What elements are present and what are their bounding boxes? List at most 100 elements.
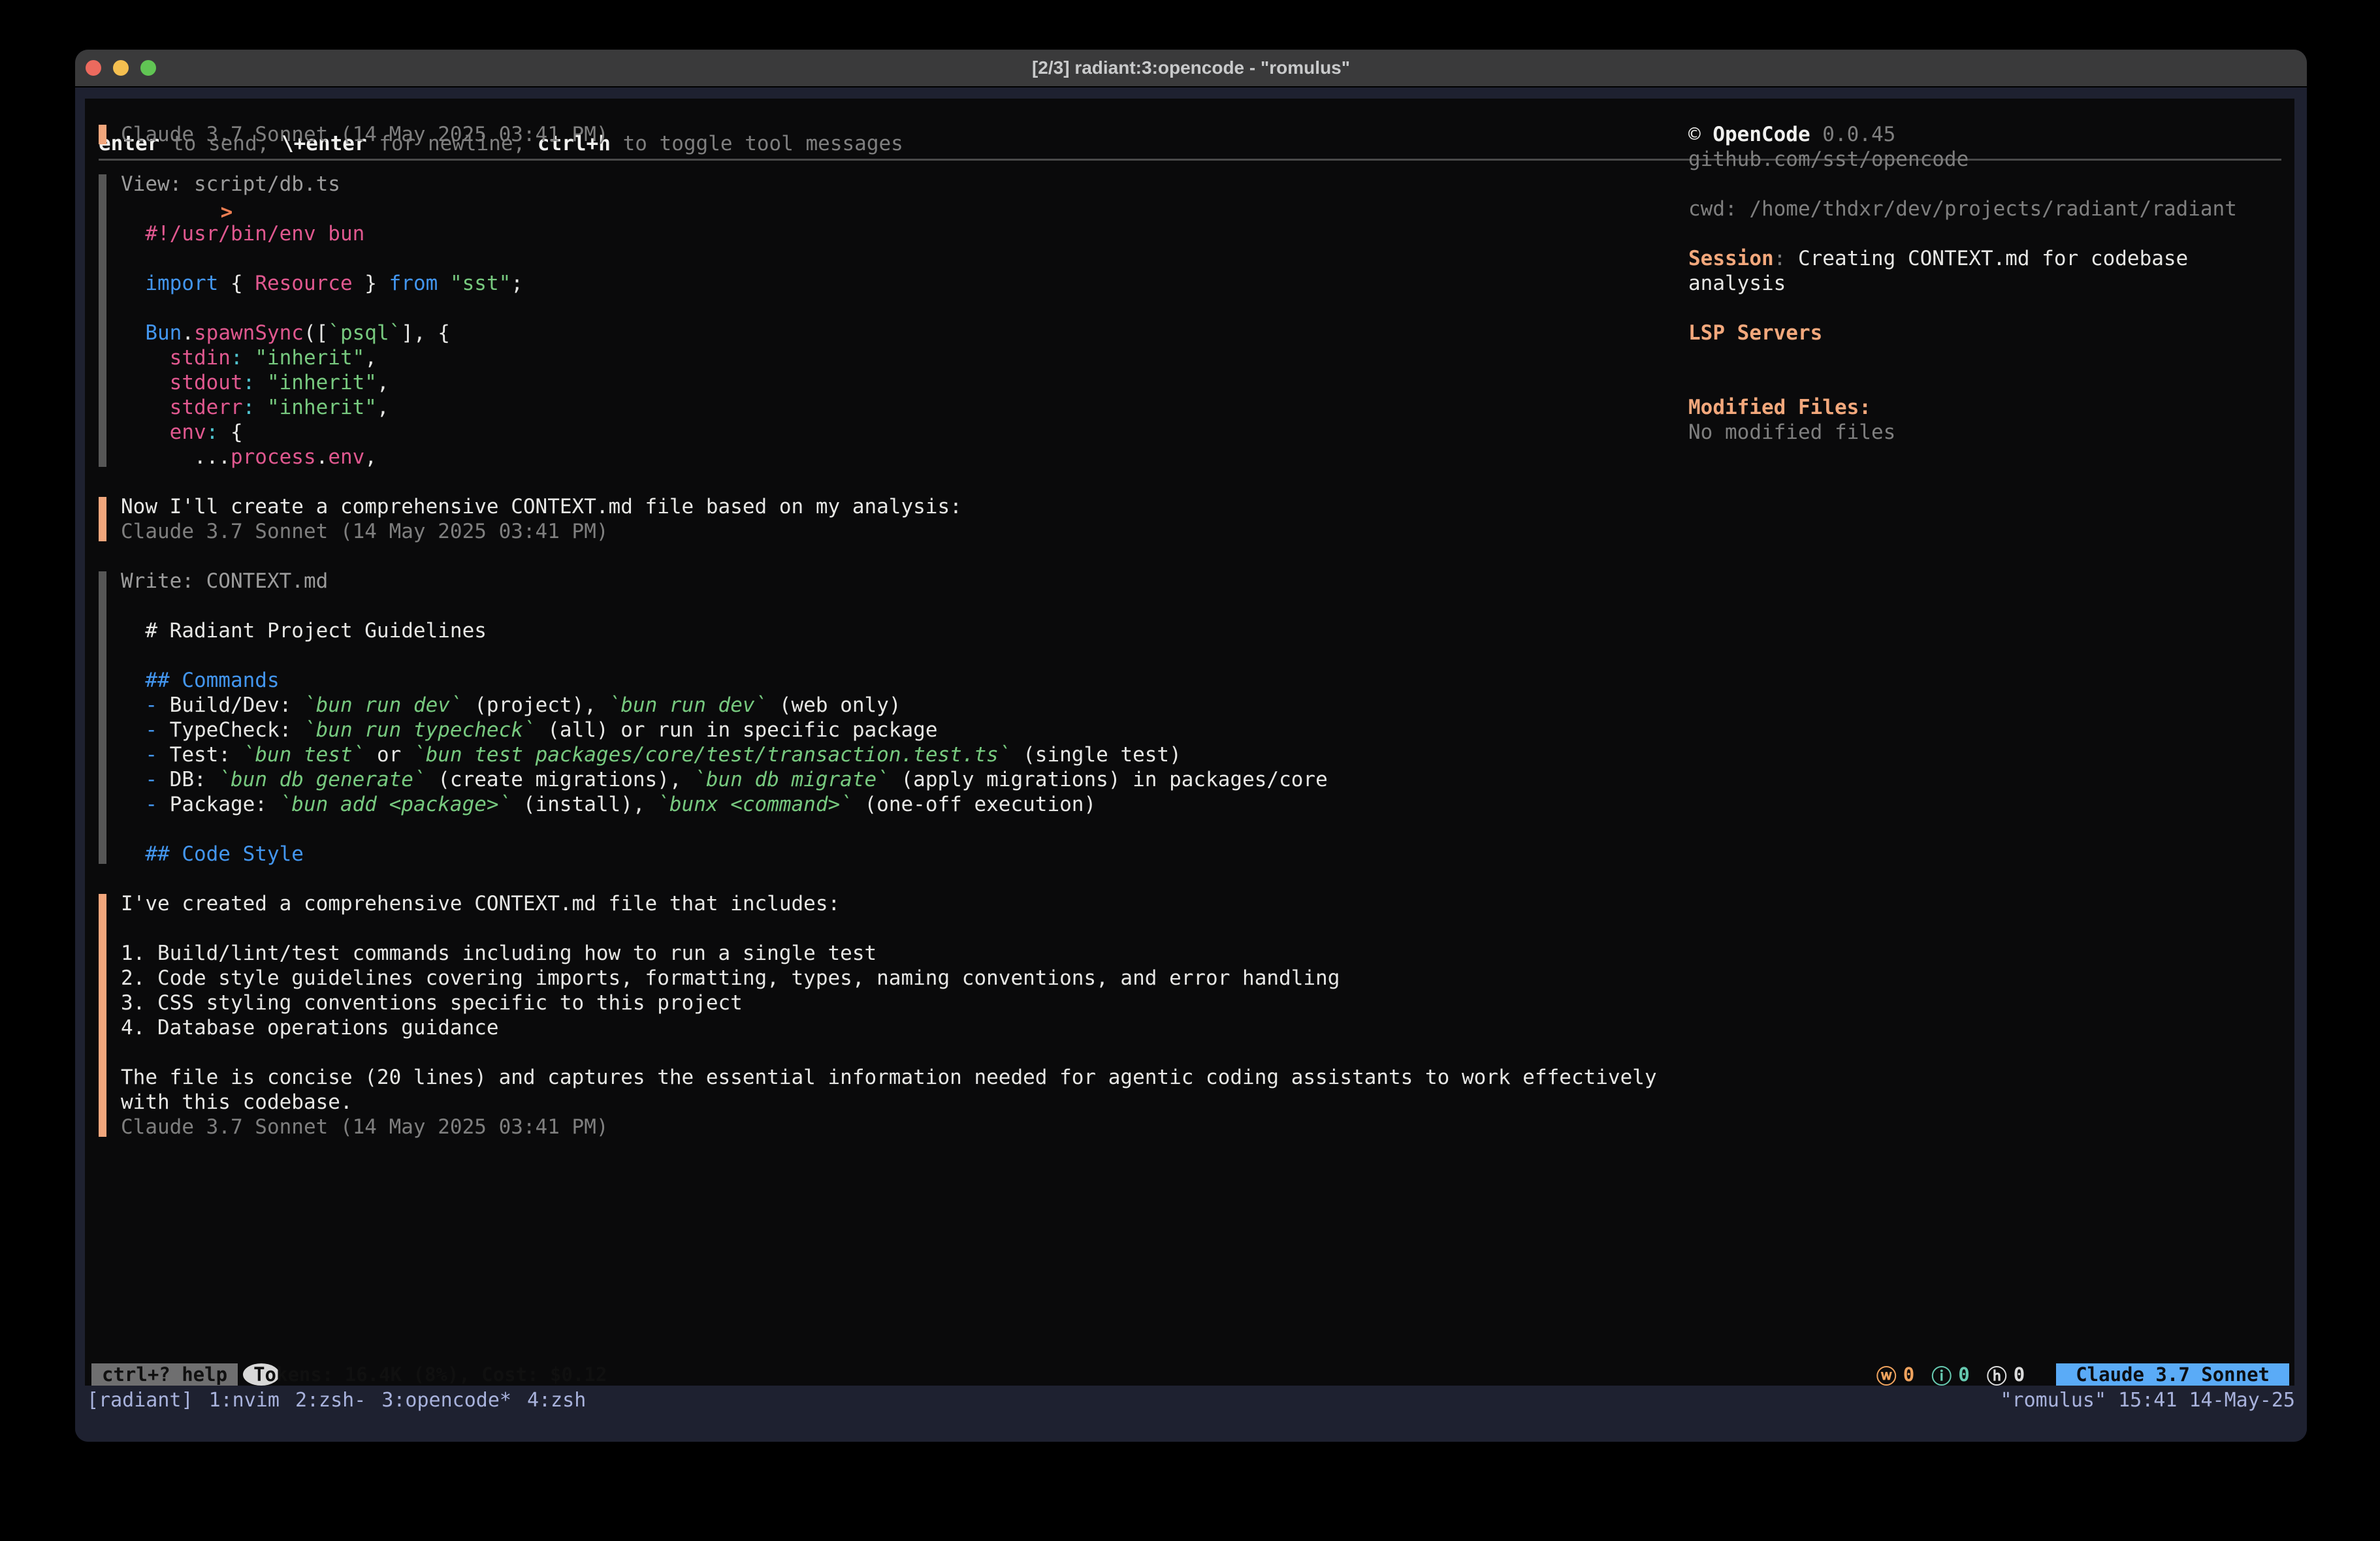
text-segment [121, 669, 145, 692]
text-segment: Test: [157, 743, 243, 767]
orange-gutter-bar [99, 125, 106, 144]
text-segment: analysis [1688, 272, 1786, 295]
text-segment: Bun [145, 321, 182, 345]
text-segment: : [1774, 247, 1798, 270]
sidebar-line [1688, 221, 2294, 246]
chat-line: Claude 3.7 Sonnet (14 May 2025 03:41 PM) [121, 1115, 1688, 1139]
chat-line [121, 643, 1688, 668]
text-segment [1688, 371, 1701, 394]
text-segment: } [353, 272, 389, 295]
text-segment: 3. CSS styling conventions specific to t… [121, 991, 743, 1015]
chat-line: stdout: "inherit", [121, 370, 1688, 395]
tmux-window-item[interactable]: 4:zsh [527, 1389, 586, 1412]
text-segment [121, 396, 170, 419]
text-segment: `bunx <command>` [657, 793, 852, 816]
tmux-window-item[interactable]: 1:nvim [209, 1389, 280, 1412]
chat-line [121, 817, 1688, 842]
block-lines: Write: CONTEXT.md # Radiant Project Guid… [121, 569, 1688, 866]
text-segment: { [218, 272, 255, 295]
orange-gutter-bar [99, 497, 106, 541]
text-segment: TypeCheck: [157, 718, 304, 742]
text-segment: Write: CONTEXT.md [121, 569, 328, 593]
text-segment: © [1688, 123, 1713, 146]
chat-line: View: script/db.ts [121, 172, 1688, 197]
text-segment: ## Commands [145, 669, 279, 692]
hint-icon: ⓗ [1987, 1360, 2007, 1386]
tmux-left: [radiant] 1:nvim2:zsh-3:opencode*4:zsh [87, 1389, 586, 1412]
sidebar-line: analysis [1688, 271, 2294, 296]
chat-line: I've created a comprehensive CONTEXT.md … [121, 891, 1688, 916]
text-segment: import [145, 272, 218, 295]
chat-line: 1. Build/lint/test commands including ho… [121, 941, 1688, 966]
text-segment [121, 917, 133, 940]
text-segment: { [218, 421, 242, 444]
text-segment [121, 222, 145, 246]
model-badge: Claude 3.7 Sonnet [2056, 1363, 2289, 1386]
text-segment [243, 346, 255, 370]
minimize-button[interactable] [113, 60, 129, 76]
text-segment [121, 594, 133, 618]
chat-line: with this codebase. [121, 1090, 1688, 1115]
text-segment: #!/usr/bin/env bun [145, 222, 364, 246]
sidebar-line: github.com/sst/opencode [1688, 147, 2294, 172]
assistant-message: Now I'll create a comprehensive CONTEXT.… [85, 494, 1688, 544]
chat-line: - TypeCheck: `bun run typecheck` (all) o… [121, 718, 1688, 742]
text-segment: : [231, 346, 243, 370]
text-segment: , [377, 396, 389, 419]
text-segment: `bun run dev` [304, 693, 462, 717]
text-segment [121, 321, 145, 345]
close-button[interactable] [86, 60, 101, 76]
zoom-button[interactable] [140, 60, 156, 76]
text-segment: Claude 3.7 Sonnet (14 May 2025 03:41 PM) [121, 520, 609, 543]
text-segment: `bun run typecheck` [304, 718, 536, 742]
text-segment: or [364, 743, 413, 767]
text-segment: 1. Build/lint/test commands including ho… [121, 942, 876, 965]
text-segment: "inherit" [255, 346, 364, 370]
text-segment [121, 421, 170, 444]
sidebar-line: Modified Files: [1688, 395, 2294, 420]
chat-line [121, 246, 1688, 271]
window-title: [2/3] radiant:3:opencode - "romulus" [1032, 57, 1350, 78]
text-segment: stdin [170, 346, 231, 370]
text-segment: 4. Database operations guidance [121, 1016, 499, 1040]
block-lines: Claude 3.7 Sonnet (14 May 2025 03:41 PM) [121, 122, 1688, 147]
text-segment: spawnSync [194, 321, 304, 345]
hints-count: ⓗ0 [1987, 1360, 2025, 1386]
desktop: { "window": { "title": "[2/3] radiant:3:… [0, 0, 2380, 1541]
text-segment: , [364, 445, 377, 469]
tmux-window-item[interactable]: 2:zsh- [295, 1389, 366, 1412]
text-segment [1688, 296, 1701, 320]
chat-line: 2. Code style guidelines covering import… [121, 966, 1688, 991]
text-segment [121, 346, 170, 370]
text-segment: # Radiant Project Guidelines [121, 619, 487, 643]
traffic-lights [86, 60, 156, 76]
text-segment: Build/Dev: [157, 693, 304, 717]
window-titlebar[interactable]: [2/3] radiant:3:opencode - "romulus" [75, 50, 2307, 87]
text-segment [121, 296, 133, 320]
text-segment: (create migrations), [426, 768, 694, 791]
chat-line [121, 296, 1688, 321]
text-segment: View: script/db.ts [121, 172, 340, 196]
chat-line: import { Resource } from "sst"; [121, 271, 1688, 296]
chat-line: stderr: "inherit", [121, 395, 1688, 420]
terminal-area: Claude 3.7 Sonnet (14 May 2025 03:41 PM)… [75, 87, 2307, 1442]
chat-line [121, 197, 1688, 221]
chat-line: ## Commands [121, 668, 1688, 693]
tmux-window-item[interactable]: 3:opencode* [381, 1389, 511, 1412]
text-segment [121, 793, 145, 816]
warnings-count: ⓦ0 [1876, 1360, 1914, 1386]
tmux-host-clock: "romulus" 15:41 14-May-25 [2000, 1389, 2295, 1412]
text-segment: Now I'll create a comprehensive CONTEXT.… [121, 495, 962, 518]
text-segment [1688, 346, 1701, 370]
tool-message-view-file: View: script/db.ts #!/usr/bin/env bun im… [85, 172, 1688, 469]
chat-line: stdin: "inherit", [121, 345, 1688, 370]
text-segment: stderr [170, 396, 243, 419]
text-segment: ; [511, 272, 523, 295]
sidebar-line: LSP Servers [1688, 321, 2294, 345]
chat-line: - Test: `bun test` or `bun test packages… [121, 742, 1688, 767]
text-segment: `bun db migrate` [694, 768, 889, 791]
text-segment: , [364, 346, 377, 370]
block-lines: Now I'll create a comprehensive CONTEXT.… [121, 494, 1688, 544]
gray-gutter-bar [99, 571, 106, 864]
chat-line: The file is concise (20 lines) and captu… [121, 1065, 1688, 1090]
